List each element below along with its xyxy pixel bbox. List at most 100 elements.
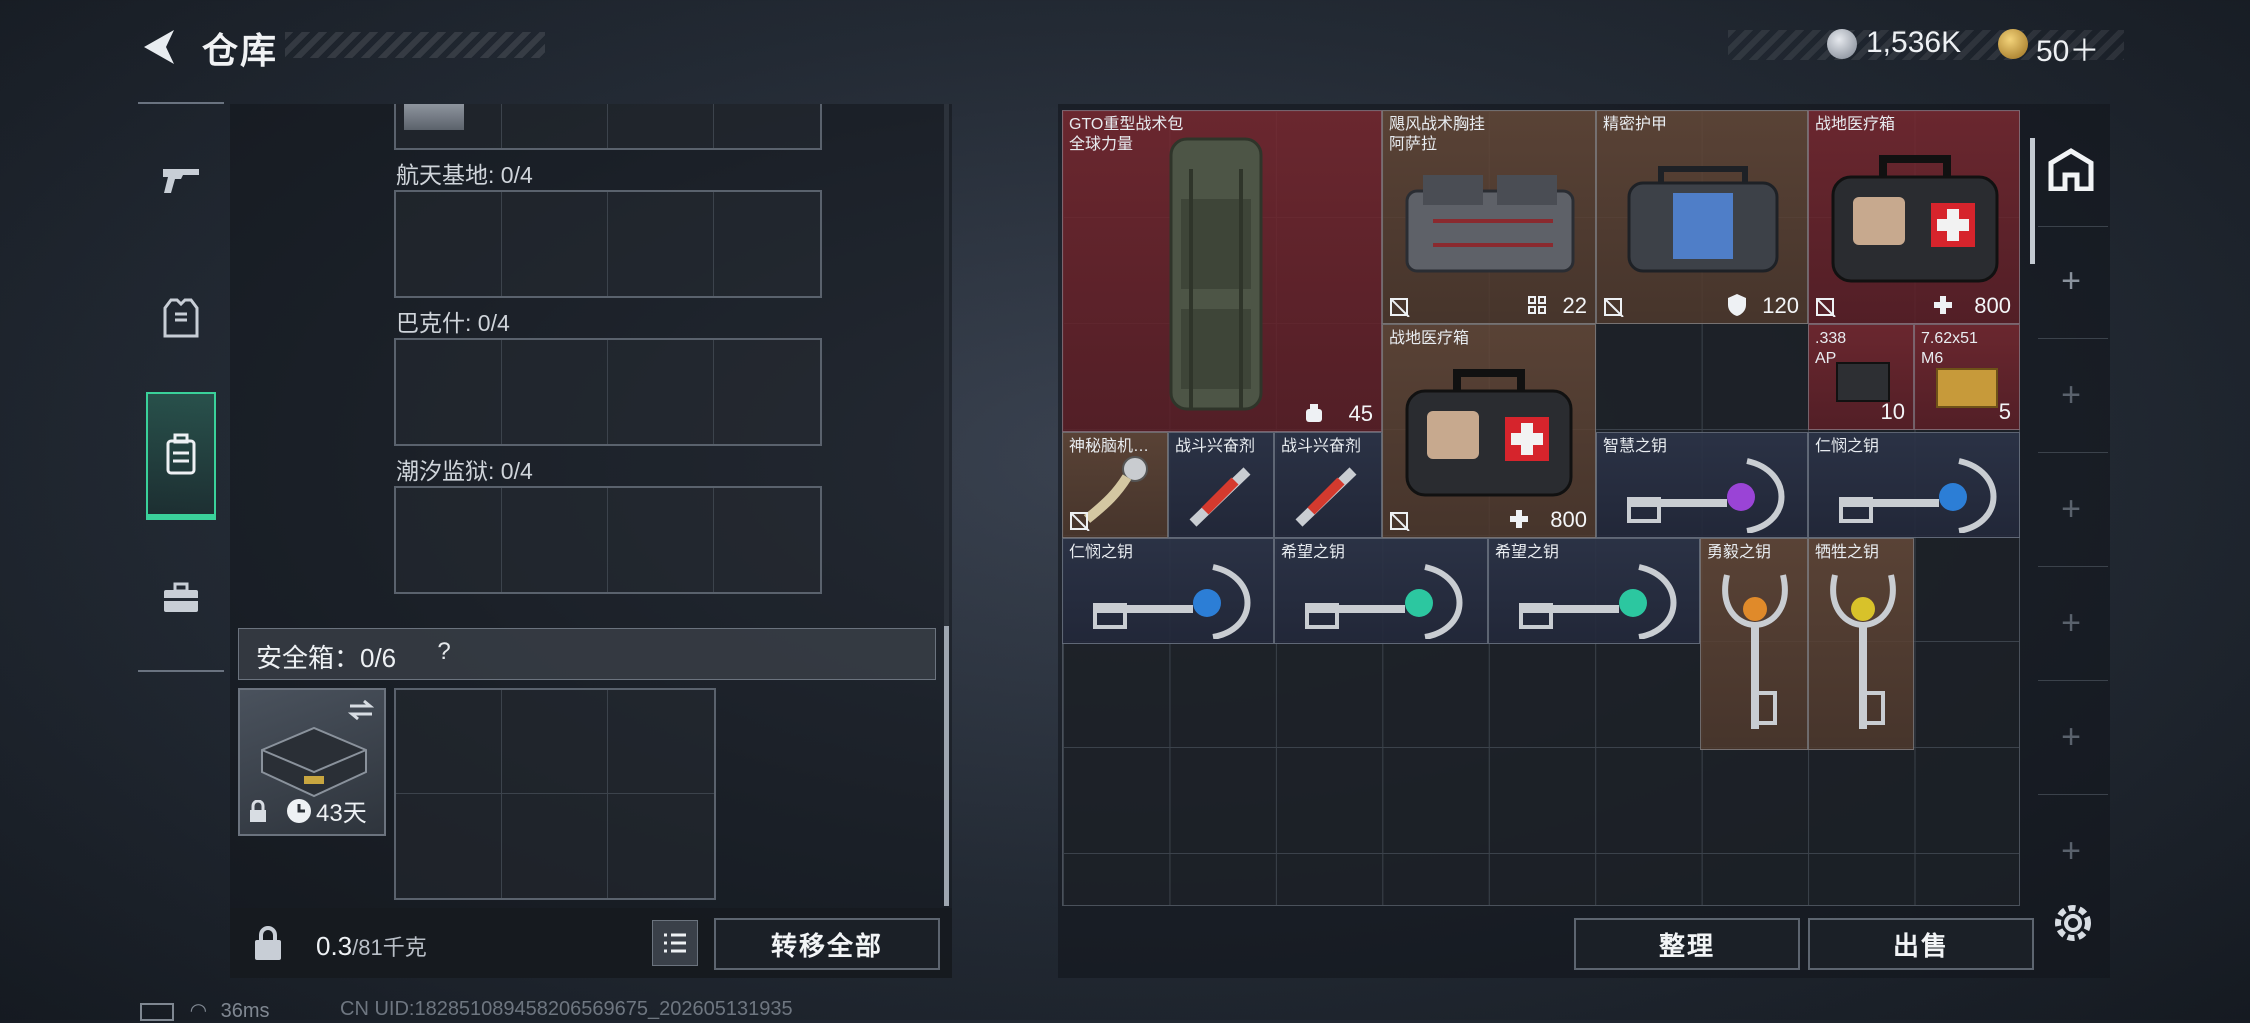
ammo-box-image <box>1836 362 1890 402</box>
nav-armor[interactable] <box>146 276 216 360</box>
inventory-item-backpack[interactable]: GTO重型战术包 全球力量 45 <box>1062 110 1382 432</box>
clock-icon <box>287 799 311 823</box>
briefcase-icon <box>164 582 198 612</box>
page-title: 仓库 <box>202 30 279 71</box>
container-grid[interactable] <box>394 338 822 446</box>
list-view-button[interactable] <box>652 920 698 966</box>
inventory-item-stimulant[interactable]: 战斗兴奋剂 <box>1274 432 1382 538</box>
ping-readout: ◠ 36ms <box>140 998 269 1023</box>
inventory-item-ammo[interactable]: .338 AP 10 <box>1808 324 1914 430</box>
warehouse-tab-main[interactable] <box>2034 136 2108 202</box>
inventory-item-key[interactable]: 希望之钥 <box>1274 538 1488 644</box>
map-label: 巴克什: 0/4 <box>396 310 510 336</box>
battery-icon <box>140 1002 174 1021</box>
item-value: 120 <box>1762 293 1799 318</box>
item-name: 精密护甲 <box>1603 116 1668 133</box>
gold-currency-value[interactable]: 50＋ <box>2036 26 2099 70</box>
nav-divider <box>138 102 224 104</box>
silver-coin-icon <box>1827 29 1857 59</box>
case-image <box>261 726 367 798</box>
medkit-image <box>1831 155 1999 283</box>
inventory-item-key[interactable]: 希望之钥 <box>1488 538 1700 644</box>
inventory-item-stimulant[interactable]: 战斗兴奋剂 <box>1168 432 1274 538</box>
safe-box-days: 43天 <box>316 800 367 827</box>
shield-icon <box>1728 294 1746 316</box>
tab-divider <box>2038 452 2108 453</box>
tab-divider <box>2038 680 2108 681</box>
wifi-icon: ◠ <box>189 1000 208 1022</box>
tab-divider <box>2038 338 2108 339</box>
inventory-item-key[interactable]: 智慧之钥 <box>1596 432 1808 538</box>
item-name: 战斗兴奋剂 <box>1175 438 1256 455</box>
inventory-item-armor[interactable]: 精密护甲 120 <box>1596 110 1808 324</box>
item-thumbnail[interactable] <box>404 104 464 130</box>
backpack-icon <box>166 433 196 475</box>
heal-icon <box>1934 296 1952 314</box>
silver-currency-value: 1,536K <box>1866 26 1962 59</box>
transfer-all-button[interactable]: 转移全部 <box>714 918 940 970</box>
container-grid[interactable] <box>394 486 822 594</box>
tab-divider <box>2038 226 2108 227</box>
key-image <box>1839 458 1997 533</box>
add-tab-plus-icon[interactable]: + <box>2046 370 2096 420</box>
inventory-item-chest-rig[interactable]: 飓风战术胸挂 阿萨拉 22 <box>1382 110 1596 324</box>
item-value: 800 <box>1974 293 2011 318</box>
ammo-box-image <box>1936 368 1998 408</box>
weight-value: 0.3 <box>316 931 353 961</box>
tab-scroll-thumb[interactable] <box>2030 138 2035 264</box>
scrollbar-thumb[interactable] <box>944 626 949 906</box>
inventory-item-medkit[interactable]: 战地医疗箱 800 <box>1382 324 1596 538</box>
sell-button[interactable]: 出售 <box>1808 918 2034 970</box>
inventory-item-key[interactable]: 仁悯之钥 <box>1062 538 1274 644</box>
add-tab-plus-icon[interactable]: + <box>2046 598 2096 648</box>
item-value: 22 <box>1562 293 1587 318</box>
map-label: 潮汐监狱: 0/4 <box>396 458 533 484</box>
safe-box-label: 安全箱：0/6 <box>256 643 397 673</box>
key-image <box>1305 564 1463 639</box>
no-trade-icon <box>1070 512 1090 531</box>
no-trade-icon <box>1604 298 1624 317</box>
armor-icon <box>163 298 199 338</box>
key-image <box>1830 574 1896 729</box>
no-trade-icon <box>1816 298 1836 317</box>
add-tab-plus-icon[interactable]: + <box>2046 826 2096 876</box>
tab-divider <box>2038 794 2108 795</box>
add-tab-plus-icon[interactable]: + <box>2046 712 2096 762</box>
inventory-item-medkit[interactable]: 战地医疗箱 800 <box>1808 110 2020 324</box>
nav-briefcase[interactable] <box>146 556 216 640</box>
safe-box-item[interactable]: 43天 <box>238 688 386 836</box>
inventory-item-key[interactable]: 牺牲之钥 <box>1808 538 1914 750</box>
uid-text: CN UID:18285108945820656​9675_2026051319… <box>340 998 793 1020</box>
backpack-image <box>1169 137 1263 411</box>
syringe-image <box>1189 467 1251 527</box>
nav-divider <box>138 670 224 672</box>
item-name: 飓风战术胸挂 阿萨拉 <box>1389 116 1486 153</box>
item-name: 战地医疗箱 <box>1389 330 1470 347</box>
item-value: 45 <box>1348 401 1373 426</box>
armor-image <box>1627 166 1779 273</box>
item-value: 800 <box>1550 507 1587 532</box>
nav-weapons[interactable] <box>146 138 216 222</box>
swap-icon[interactable] <box>346 698 376 722</box>
back-icon[interactable] <box>138 26 180 68</box>
heal-icon <box>1510 510 1528 528</box>
chest-rig-image <box>1405 175 1575 273</box>
tab-divider <box>2038 566 2108 567</box>
container-grid[interactable] <box>394 190 822 298</box>
nav-backpack[interactable] <box>146 392 216 520</box>
add-tab-plus-icon[interactable]: + <box>2046 256 2096 306</box>
weight-readout: 0.3/81千克 <box>316 930 427 962</box>
item-name: 牺牲之钥 <box>1815 544 1880 561</box>
lock-button[interactable] <box>240 916 296 972</box>
weight-unit: /81千克 <box>352 935 427 960</box>
safe-box-grid[interactable] <box>394 688 716 900</box>
gear-icon[interactable] <box>2050 900 2096 946</box>
help-icon[interactable]: ? <box>430 638 458 668</box>
slots-icon <box>1528 296 1546 314</box>
inventory-item-ammo[interactable]: 7.62x51 M6 5 <box>1914 324 2020 430</box>
inventory-item-brain-chip[interactable]: 神秘脑机… <box>1062 432 1168 538</box>
organize-button[interactable]: 整理 <box>1574 918 1800 970</box>
inventory-item-key[interactable]: 仁悯之钥 <box>1808 432 2020 538</box>
inventory-item-key[interactable]: 勇毅之钥 <box>1700 538 1808 750</box>
add-tab-plus-icon[interactable]: + <box>2046 484 2096 534</box>
